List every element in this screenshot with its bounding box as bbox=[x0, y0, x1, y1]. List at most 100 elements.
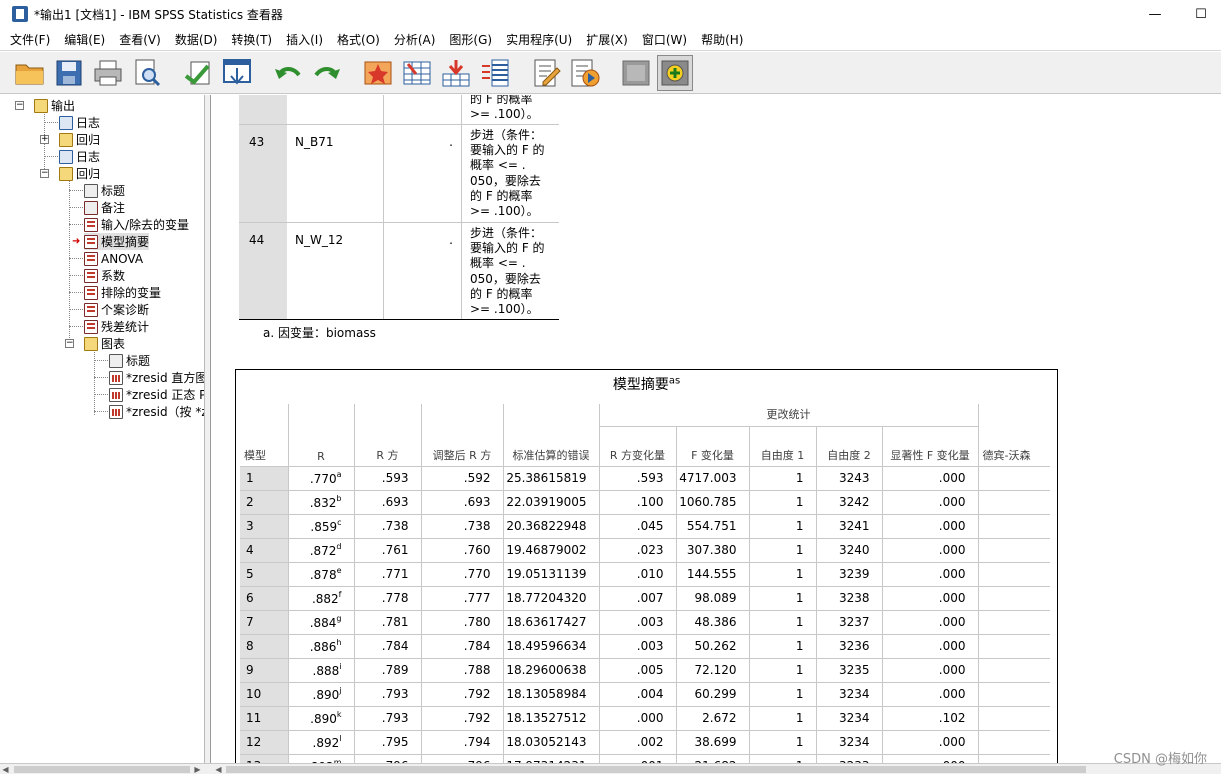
insert-cases-icon[interactable] bbox=[438, 55, 474, 91]
run-script-icon[interactable] bbox=[567, 55, 603, 91]
variables-icon[interactable] bbox=[477, 55, 513, 91]
tree-item-label: 模型摘要 bbox=[101, 235, 150, 249]
hide-icon[interactable] bbox=[618, 55, 654, 91]
dr2-cell: .007 bbox=[598, 585, 676, 610]
table-row: 6.882f .778.777 18.77204320.007 98.089 1 3238… bbox=[240, 585, 1050, 610]
menu-analyze[interactable]: 分析(A) bbox=[390, 31, 446, 48]
tree-item-coefficients[interactable]: 系数 bbox=[84, 267, 125, 284]
d1-cell: 1 bbox=[748, 465, 816, 490]
footnote-marker: l bbox=[339, 733, 342, 743]
d1-cell: 1 bbox=[748, 561, 816, 586]
adj-cell: .792 bbox=[420, 681, 503, 706]
tree-item-notes[interactable]: 备注 bbox=[84, 199, 125, 216]
export-icon[interactable] bbox=[180, 55, 216, 91]
model-number-cell: 8 bbox=[240, 633, 288, 658]
durbin-watson-cell bbox=[977, 633, 1050, 658]
content-scroll-thumb[interactable] bbox=[226, 766, 1086, 773]
d1-cell: 1 bbox=[748, 489, 816, 514]
d2-cell: 3234 bbox=[815, 729, 882, 754]
menu-data[interactable]: 数据(D) bbox=[171, 31, 228, 48]
open-icon[interactable] bbox=[12, 55, 48, 91]
df-cell: 554.751 bbox=[675, 513, 749, 538]
tree-item-normal-pp[interactable]: *zresid 正态 P bbox=[109, 386, 204, 403]
dr2-cell: .045 bbox=[598, 513, 676, 538]
tree-item-label: 回归 bbox=[76, 133, 101, 147]
scroll-left-icon[interactable]: ◀ bbox=[0, 764, 11, 775]
designate-window-icon[interactable] bbox=[528, 55, 564, 91]
model-summary-table[interactable]: 模型摘要as 模型 R R 方 调整后 R 方 标准估算的错误 更改统计 德宾-… bbox=[235, 369, 1058, 763]
chart-icon bbox=[109, 387, 123, 402]
menu-transform[interactable]: 转换(T) bbox=[227, 31, 282, 48]
tree-item-log[interactable]: 日志 bbox=[59, 148, 100, 165]
r-cell: .884g bbox=[287, 609, 354, 634]
tree-item-output[interactable]: 输出 bbox=[34, 97, 75, 114]
menu-edit[interactable]: 编辑(E) bbox=[60, 31, 115, 48]
tree-item-charts[interactable]: 图表 bbox=[84, 335, 125, 352]
table-row: 43 N_B71 . 步进（条件： 要输入的 F 的 概率 <= . 050，要… bbox=[239, 124, 559, 222]
menu-extensions[interactable]: 扩展(X) bbox=[582, 31, 638, 48]
tree-item-chart-title[interactable]: 标题 bbox=[109, 352, 150, 369]
goto-variable-icon[interactable] bbox=[399, 55, 435, 91]
goto-data-icon[interactable] bbox=[219, 55, 255, 91]
d2-cell: 3236 bbox=[815, 633, 882, 658]
outline-pane[interactable]: − + − − 输出 日志 回归 日志 回归 标题 备注 输入/除去的变量 ➜ … bbox=[0, 95, 205, 763]
menu-file[interactable]: 文件(F) bbox=[6, 31, 60, 48]
tree-item-title[interactable]: 标题 bbox=[84, 182, 125, 199]
minimize-button[interactable]: — bbox=[1132, 0, 1178, 28]
tree-item-scatterplot[interactable]: *zresid（按 *z bbox=[109, 403, 204, 420]
df-cell: 1060.785 bbox=[675, 489, 749, 514]
d1-cell: 1 bbox=[748, 657, 816, 682]
adj-cell: .693 bbox=[420, 489, 503, 514]
tree-item-label: 输入/除去的变量 bbox=[101, 218, 190, 232]
tree-item-regression[interactable]: 回归 bbox=[59, 131, 100, 148]
goto-case-icon[interactable] bbox=[360, 55, 396, 91]
scroll-right-icon[interactable]: ▶ bbox=[192, 764, 203, 775]
undo-icon[interactable] bbox=[270, 55, 306, 91]
print-icon[interactable] bbox=[90, 55, 126, 91]
title-icon bbox=[109, 353, 123, 368]
tree-item-log[interactable]: 日志 bbox=[59, 114, 100, 131]
menu-window[interactable]: 窗口(W) bbox=[638, 31, 697, 48]
horizontal-scrollbar[interactable]: ◀ ▶ ◀ bbox=[0, 763, 1221, 774]
df-cell: 4717.003 bbox=[675, 465, 749, 490]
tree-item-anova[interactable]: ANOVA bbox=[84, 250, 143, 267]
table-title: 模型摘要as bbox=[236, 374, 1057, 394]
model-number-cell: 11 bbox=[240, 705, 288, 730]
output-content-pane[interactable]: 的 F 的概率 >= .100）。 43 N_B71 . 步进（条件： 要输入的… bbox=[211, 95, 1221, 763]
r-cell: .892l bbox=[287, 729, 354, 754]
show-icon[interactable] bbox=[657, 54, 693, 91]
scroll-left-icon[interactable]: ◀ bbox=[213, 764, 224, 775]
tree-item-casewise-diagnostics[interactable]: 个案诊断 bbox=[84, 301, 149, 318]
menu-insert[interactable]: 插入(I) bbox=[282, 31, 333, 48]
row-number: 44 bbox=[239, 223, 287, 319]
maximize-button[interactable]: ☐ bbox=[1178, 0, 1221, 28]
collapse-charts-toggle[interactable]: − bbox=[65, 339, 74, 348]
print-preview-icon[interactable] bbox=[129, 55, 165, 91]
se-cell: 17.97314231 bbox=[502, 753, 599, 763]
save-icon[interactable] bbox=[51, 55, 87, 91]
tree-item-label: 日志 bbox=[76, 116, 101, 130]
collapse-regression2-toggle[interactable]: − bbox=[40, 169, 49, 178]
menu-graphs[interactable]: 图形(G) bbox=[445, 31, 502, 48]
d2-cell: 3234 bbox=[815, 681, 882, 706]
table-row: 44 N_W_12 . 步进（条件： 要输入的 F 的 概率 <= . 050，… bbox=[239, 222, 559, 319]
tree-item-histogram[interactable]: *zresid 直方图 bbox=[109, 369, 204, 386]
menu-utilities[interactable]: 实用程序(U) bbox=[502, 31, 582, 48]
expand-regression1-toggle[interactable]: + bbox=[40, 135, 49, 144]
tree-item-excluded-variables[interactable]: 排除的变量 bbox=[84, 284, 161, 301]
menu-format[interactable]: 格式(O) bbox=[333, 31, 390, 48]
model-number-cell: 13 bbox=[240, 753, 288, 763]
tree-item-regression[interactable]: 回归 bbox=[59, 165, 100, 182]
sig-cell: .000 bbox=[881, 489, 978, 514]
menu-help[interactable]: 帮助(H) bbox=[697, 31, 753, 48]
tree-item-label: 系数 bbox=[101, 269, 126, 283]
menu-view[interactable]: 查看(V) bbox=[115, 31, 171, 48]
tree-item-residual-statistics[interactable]: 残差统计 bbox=[84, 318, 149, 335]
outline-scroll-thumb[interactable] bbox=[14, 766, 190, 773]
tree-item-model-summary[interactable]: 模型摘要 bbox=[84, 233, 150, 250]
durbin-watson-cell bbox=[977, 513, 1050, 538]
tree-item-variables-entered[interactable]: 输入/除去的变量 bbox=[84, 216, 189, 233]
collapse-output-toggle[interactable]: − bbox=[15, 101, 24, 110]
r2-cell: .793 bbox=[353, 681, 421, 706]
redo-icon[interactable] bbox=[309, 55, 345, 91]
